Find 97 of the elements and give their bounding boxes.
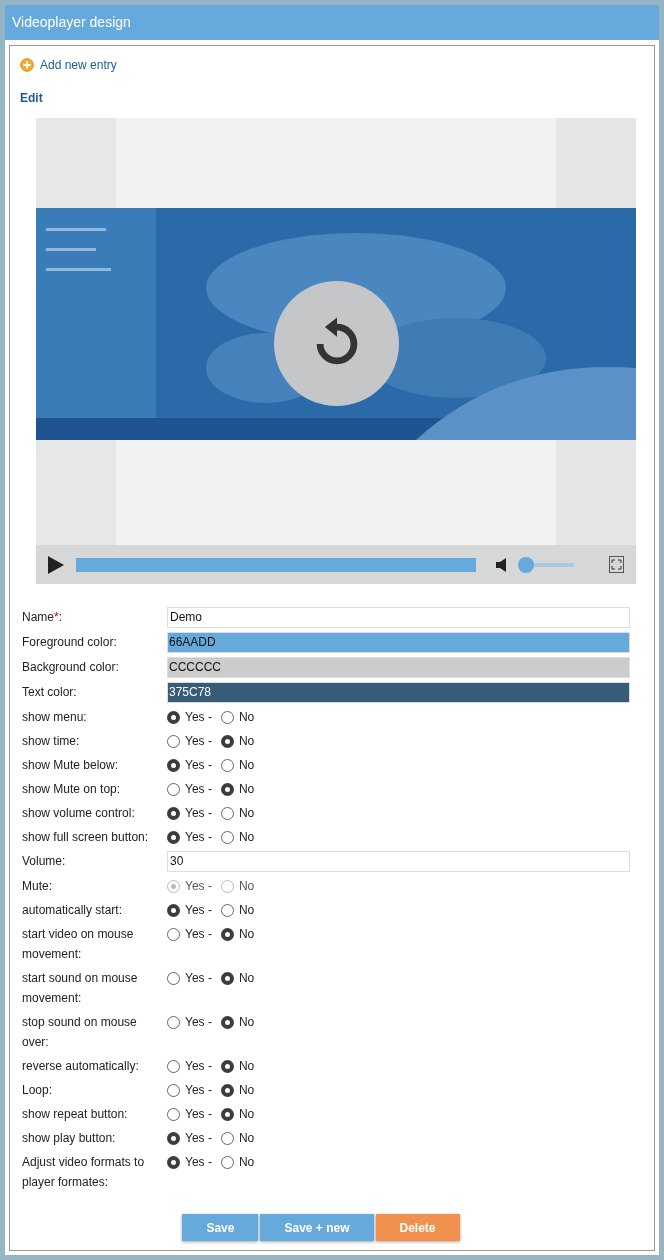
option-label: Yes - bbox=[185, 878, 212, 895]
radio-button[interactable] bbox=[220, 710, 234, 724]
text-field[interactable]: 30 bbox=[167, 851, 630, 872]
field-label: show volume control: bbox=[22, 806, 135, 820]
option-label: Yes - bbox=[185, 733, 212, 750]
option-label: No bbox=[238, 970, 255, 987]
field-label: Adjust video formats to player formates: bbox=[22, 1155, 145, 1189]
radio-button[interactable] bbox=[220, 1083, 234, 1097]
play-icon[interactable] bbox=[48, 555, 64, 574]
section-heading: Edit bbox=[20, 90, 44, 107]
radio-button[interactable] bbox=[220, 1059, 234, 1073]
color-field[interactable]: CCCCCC bbox=[167, 657, 630, 678]
radio-button[interactable] bbox=[167, 758, 180, 772]
field-label: show Mute below: bbox=[22, 758, 119, 772]
option-label: Yes - bbox=[185, 1014, 212, 1031]
field-label: Loop: bbox=[22, 1083, 53, 1097]
radio-button[interactable] bbox=[167, 903, 180, 917]
option-label: Yes - bbox=[185, 1130, 212, 1147]
color-field[interactable]: 375C78 bbox=[167, 682, 630, 703]
option-label: No bbox=[238, 757, 255, 774]
option-label: Yes - bbox=[185, 1058, 212, 1075]
option-label: Yes - bbox=[185, 926, 212, 943]
option-label: Yes - bbox=[185, 709, 212, 726]
option-label: No bbox=[238, 1130, 255, 1147]
window-title: Videoplayer design bbox=[12, 13, 131, 32]
option-label: Yes - bbox=[185, 781, 212, 798]
field-label: Foreground color: bbox=[22, 635, 117, 649]
radio-button[interactable] bbox=[220, 1131, 234, 1145]
field-label: start sound on mouse movement: bbox=[22, 971, 138, 1005]
radio-button[interactable] bbox=[167, 782, 180, 796]
radio-button[interactable] bbox=[167, 1083, 180, 1097]
radio-button[interactable] bbox=[167, 927, 180, 941]
text-field[interactable]: Demo bbox=[167, 607, 630, 628]
radio-button[interactable] bbox=[220, 1015, 234, 1029]
option-label: No bbox=[238, 902, 255, 919]
add-link[interactable]: Add new entry bbox=[40, 56, 117, 74]
volume-slider[interactable] bbox=[518, 556, 574, 573]
field-label: reverse automatically: bbox=[22, 1059, 139, 1073]
option-label: No bbox=[238, 805, 255, 822]
field-label: stop sound on mouse over: bbox=[22, 1015, 137, 1049]
option-label: No bbox=[238, 926, 255, 943]
option-label: No bbox=[238, 733, 255, 750]
field-label: Text color: bbox=[22, 685, 77, 699]
radio-button[interactable] bbox=[220, 758, 234, 772]
radio-button[interactable] bbox=[167, 1059, 180, 1073]
radio-button[interactable] bbox=[167, 1131, 180, 1145]
radio-button[interactable] bbox=[167, 1155, 180, 1169]
field-label: Background color: bbox=[22, 660, 119, 674]
field-label: start video on mouse movement: bbox=[22, 927, 134, 961]
option-label: No bbox=[238, 781, 255, 798]
volume-thumb[interactable] bbox=[518, 556, 534, 573]
radio-button[interactable] bbox=[220, 903, 234, 917]
radio-button[interactable] bbox=[167, 710, 180, 724]
speaker-icon[interactable] bbox=[496, 557, 506, 572]
option-label: No bbox=[238, 1058, 255, 1075]
field-label: show play button: bbox=[22, 1131, 116, 1145]
option-label: Yes - bbox=[185, 805, 212, 822]
color-field[interactable]: 66AADD bbox=[167, 632, 630, 653]
add-icon bbox=[20, 58, 34, 72]
radio-button[interactable] bbox=[167, 734, 180, 748]
option-label: No bbox=[238, 1154, 255, 1171]
option-label: Yes - bbox=[185, 1082, 212, 1099]
option-label: No bbox=[238, 829, 255, 846]
radio-button[interactable] bbox=[167, 806, 180, 820]
radio-button[interactable] bbox=[220, 971, 234, 985]
radio-button[interactable] bbox=[220, 1107, 234, 1121]
radio-button[interactable] bbox=[220, 830, 234, 844]
radio-button[interactable] bbox=[220, 927, 234, 941]
radio-button[interactable] bbox=[220, 782, 234, 796]
radio-button[interactable] bbox=[220, 806, 234, 820]
option-label: Yes - bbox=[185, 757, 212, 774]
radio-button[interactable] bbox=[167, 971, 180, 985]
radio-button[interactable] bbox=[167, 830, 180, 844]
field-label: Name*: bbox=[22, 610, 63, 624]
radio-button[interactable] bbox=[167, 1107, 180, 1121]
field-label: show full screen button: bbox=[22, 830, 149, 844]
option-label: No bbox=[238, 878, 255, 895]
option-label: Yes - bbox=[185, 902, 212, 919]
field-label: Mute: bbox=[22, 879, 52, 893]
field-label: show menu: bbox=[22, 710, 87, 724]
option-label: No bbox=[238, 1014, 255, 1031]
option-label: Yes - bbox=[185, 829, 212, 846]
radio-button[interactable] bbox=[220, 734, 234, 748]
field-label: automatically start: bbox=[22, 903, 123, 917]
radio-button[interactable] bbox=[167, 1015, 180, 1029]
option-label: No bbox=[238, 709, 255, 726]
option-label: Yes - bbox=[185, 1106, 212, 1123]
option-label: Yes - bbox=[185, 1154, 212, 1171]
option-label: No bbox=[238, 1082, 255, 1099]
field-label: show time: bbox=[22, 734, 80, 748]
field-label: Volume: bbox=[22, 854, 66, 868]
field-label: show repeat button: bbox=[22, 1107, 128, 1121]
option-label: Yes - bbox=[185, 970, 212, 987]
field-label: show Mute on top: bbox=[22, 782, 121, 796]
option-label: No bbox=[238, 1106, 255, 1123]
radio-button[interactable] bbox=[220, 1155, 234, 1169]
fullscreen-icon[interactable] bbox=[609, 556, 624, 573]
